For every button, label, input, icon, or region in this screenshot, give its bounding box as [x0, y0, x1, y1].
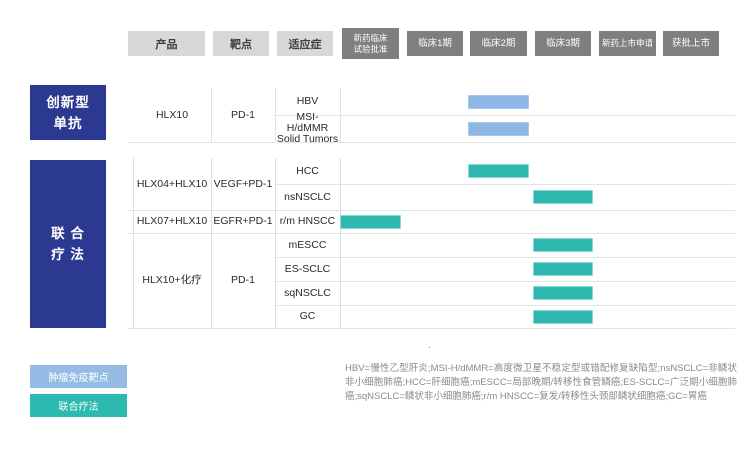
indication-label: GC [276, 305, 339, 328]
row-separator [275, 281, 735, 282]
block-separator [128, 142, 735, 143]
stage-progress-bar [533, 238, 593, 252]
stage-progress-bar [533, 286, 593, 300]
product-target: EGFR+PD-1 [211, 210, 275, 233]
stage-progress-bar [468, 164, 529, 178]
stage-progress-bar [340, 215, 401, 229]
row-separator [275, 115, 735, 116]
column-header-stage: 新药上市申请 [599, 31, 656, 56]
column-header-stage: 获批上市 [663, 31, 719, 56]
indication-label: sqNSCLC [276, 281, 339, 305]
column-header-stage: 新药临床 试验批准 [342, 28, 399, 59]
product-target: PD-1 [211, 88, 275, 142]
indication-label: ES-SCLC [276, 257, 339, 281]
indication-label: nsNSCLC [276, 184, 339, 210]
column-header-meta: 产品 [128, 31, 205, 56]
legend-item: 联合疗法 [30, 394, 127, 417]
product-target: VEGF+PD-1 [211, 158, 275, 210]
indication-label: mESCC [276, 233, 339, 257]
stage-progress-bar [533, 262, 593, 276]
indication-label: HCC [276, 158, 339, 184]
stage-progress-bar [533, 310, 593, 324]
pipeline-chart: HBV=慢性乙型肝炎;MSI-H/dMMR=高度微卫星不稳定型或错配修复缺陷型;… [0, 0, 750, 450]
block-separator [128, 328, 735, 329]
column-header-stage: 临床1期 [407, 31, 463, 56]
abbreviation-footnote: HBV=慢性乙型肝炎;MSI-H/dMMR=高度微卫星不稳定型或错配修复缺陷型;… [345, 362, 737, 404]
row-separator [275, 257, 735, 258]
stray-period: . [428, 340, 431, 351]
column-header-stage: 临床3期 [535, 31, 591, 56]
indication-label: MSI-H/dMMR Solid Tumors [276, 115, 339, 142]
group-label-box: 联 合 疗 法 [30, 160, 106, 328]
group-label-box: 创新型 单抗 [30, 85, 106, 140]
stage-progress-bar [468, 122, 529, 136]
indication-label: r/m HNSCC [276, 210, 339, 233]
stage-progress-bar [468, 95, 529, 109]
column-header-stage: 临床2期 [470, 31, 527, 56]
product-target: PD-1 [211, 233, 275, 328]
stage-progress-bar [533, 190, 593, 204]
product-name: HLX10+化疗 [133, 233, 211, 328]
row-separator [275, 305, 735, 306]
column-header-meta: 适应症 [277, 31, 333, 56]
column-header-meta: 靶点 [213, 31, 269, 56]
legend-item: 肿瘤免疫靶点 [30, 365, 127, 388]
product-name: HLX10 [133, 88, 211, 142]
product-name: HLX04+HLX10 [133, 158, 211, 210]
row-separator [275, 184, 735, 185]
product-name: HLX07+HLX10 [133, 210, 211, 233]
